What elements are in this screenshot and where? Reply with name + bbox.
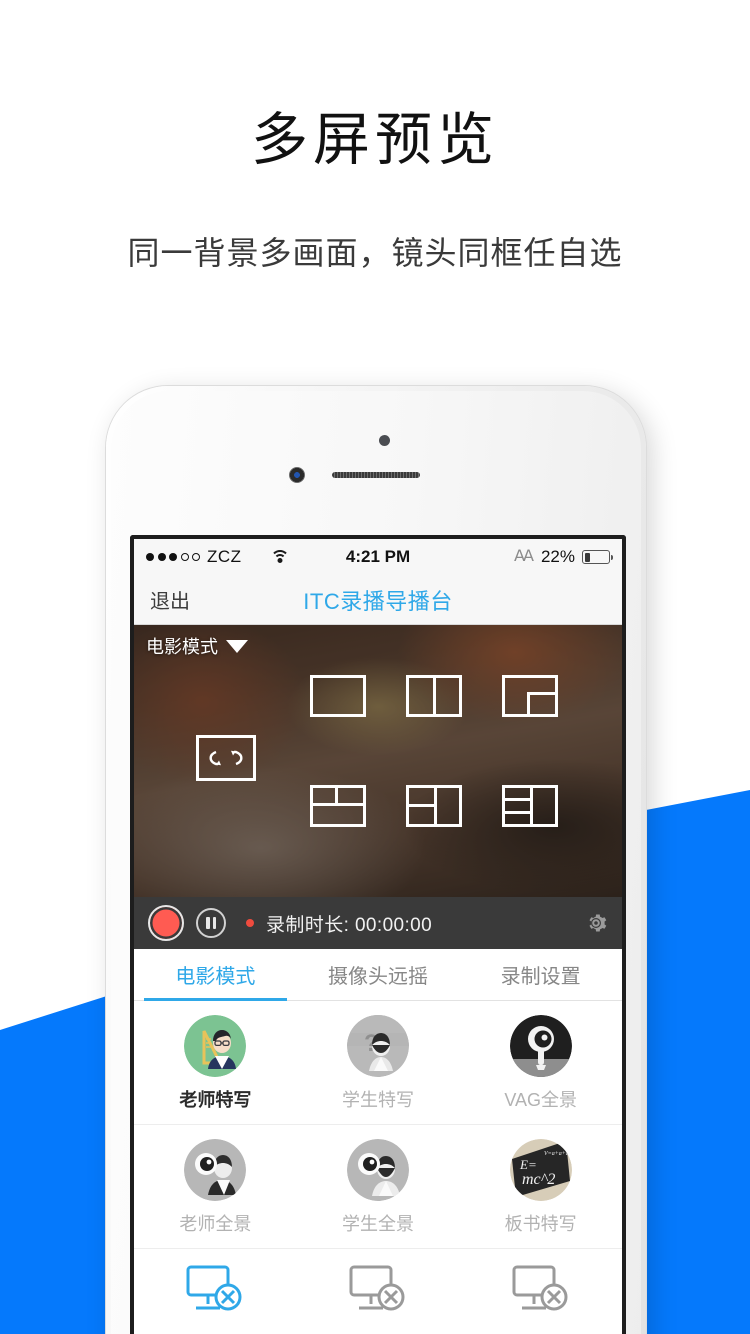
camera-student-closeup[interactable]: ? 学生特写 xyxy=(297,1001,460,1124)
battery-percent: 22% xyxy=(540,547,575,566)
blackboard-avatar-icon: E= mc^2 V=a+a+a xyxy=(509,1139,572,1201)
camera-blackboard-closeup[interactable]: E= mc^2 V=a+a+a 板书特写 xyxy=(459,1125,622,1248)
earpiece-speaker-icon xyxy=(332,472,420,478)
camera-screen-slot-3[interactable] xyxy=(459,1249,622,1334)
page-title: 多屏预览 xyxy=(251,108,499,172)
screen-offline-icon xyxy=(346,1263,410,1315)
camera-teacher-wide[interactable]: 老师全景 xyxy=(134,1125,297,1248)
tab-film-mode[interactable]: 电影模式 xyxy=(134,949,297,1001)
swap-cameras-icon xyxy=(209,750,243,766)
tab-bar: 电影模式 摄像头远摇 录制设置 xyxy=(134,949,622,1001)
camera-row: 老师特写 ? 学生特写 VAG全景 xyxy=(134,1001,622,1125)
layout-split-2-button[interactable] xyxy=(406,675,462,717)
record-duration: 录制时长: 00:00:00 xyxy=(266,914,433,936)
camera-vag-wide[interactable]: VAG全景 xyxy=(459,1001,622,1124)
bluetooth-icon: Ꜳ xyxy=(513,548,534,565)
camera-row: 老师全景 学生全景 E= mc^2 V=a+a+a 板书特写 xyxy=(134,1125,622,1249)
camera-screen-slot-1[interactable] xyxy=(134,1249,297,1334)
camera-label: 学生特写 xyxy=(342,1090,414,1110)
app-title: ITC录播导播台 xyxy=(303,588,453,614)
layout-single-button[interactable] xyxy=(310,675,366,717)
camera-label: 学生全景 xyxy=(342,1214,414,1234)
tab-camera-pan[interactable]: 摄像头远摇 xyxy=(297,949,460,1000)
camera-screen-slot-2[interactable] xyxy=(297,1249,460,1334)
page-subtitle: 同一背景多画面，镜头同框任自选 xyxy=(127,235,623,271)
phone-bezel: ZCZ 4:21 PM Ꜳ 22% 退出 ITC录播导播台 电影模式 录制时长:… xyxy=(111,391,641,1334)
screen-offline-icon xyxy=(509,1263,573,1315)
camera-student-wide[interactable]: 学生全景 xyxy=(297,1125,460,1248)
proximity-sensor-icon xyxy=(379,435,390,446)
swap-cameras-button[interactable] xyxy=(196,735,256,781)
camera-label: 老师特写 xyxy=(179,1090,252,1110)
phone-screen: ZCZ 4:21 PM Ꜳ 22% 退出 ITC录播导播台 电影模式 录制时长:… xyxy=(130,535,626,1334)
nav-bar: 退出 ITC录播导播台 xyxy=(134,575,622,625)
layout-3-plus-1-button[interactable] xyxy=(502,785,558,827)
svg-text:mc^2: mc^2 xyxy=(522,1171,555,1188)
layout-pip-top-button[interactable] xyxy=(310,785,366,827)
promo-page: 多屏预览 同一背景多画面，镜头同框任自选 ZCZ 4:21 PM Ꜳ 22% 退… xyxy=(0,0,750,1334)
camera-label: 老师全景 xyxy=(179,1214,252,1234)
svg-text:E=: E= xyxy=(519,1157,537,1172)
front-camera-icon xyxy=(289,467,305,483)
video-preview[interactable]: 电影模式 xyxy=(134,625,622,897)
recording-dot-icon xyxy=(246,919,254,927)
phone-mockup: ZCZ 4:21 PM Ꜳ 22% 退出 ITC录播导播台 电影模式 录制时长:… xyxy=(106,386,646,1334)
screen-offline-icon xyxy=(183,1263,247,1315)
settings-button[interactable] xyxy=(584,911,608,935)
camera-teacher-closeup[interactable]: 老师特写 xyxy=(134,1001,297,1124)
svg-text:V=a+a+a: V=a+a+a xyxy=(544,1151,569,1157)
pause-button[interactable] xyxy=(196,908,226,938)
student-wide-avatar-icon xyxy=(347,1139,409,1201)
layout-pip-button[interactable] xyxy=(502,675,558,717)
status-bar: ZCZ 4:21 PM Ꜳ 22% xyxy=(134,539,622,575)
layout-options xyxy=(134,625,622,897)
teacher-closeup-avatar-icon xyxy=(184,1015,247,1077)
vag-camera-avatar-icon xyxy=(509,1015,572,1077)
gear-icon xyxy=(589,914,607,932)
camera-label: VAG全景 xyxy=(504,1090,578,1110)
student-closeup-avatar-icon: ? xyxy=(347,1015,409,1077)
tab-record-settings[interactable]: 录制设置 xyxy=(459,949,622,1000)
record-bar: 录制时长: 00:00:00 xyxy=(134,897,622,949)
layout-1-plus-2-left-button[interactable] xyxy=(406,785,462,827)
record-button[interactable] xyxy=(148,905,184,941)
camera-row xyxy=(134,1249,622,1334)
camera-label: 板书特写 xyxy=(504,1214,577,1234)
teacher-wide-avatar-icon xyxy=(184,1139,247,1201)
battery-icon xyxy=(582,550,613,564)
camera-source-list: 老师特写 ? 学生特写 VAG全景 老师全景 学生全景 E= mc^2 V=a+… xyxy=(134,1001,622,1334)
